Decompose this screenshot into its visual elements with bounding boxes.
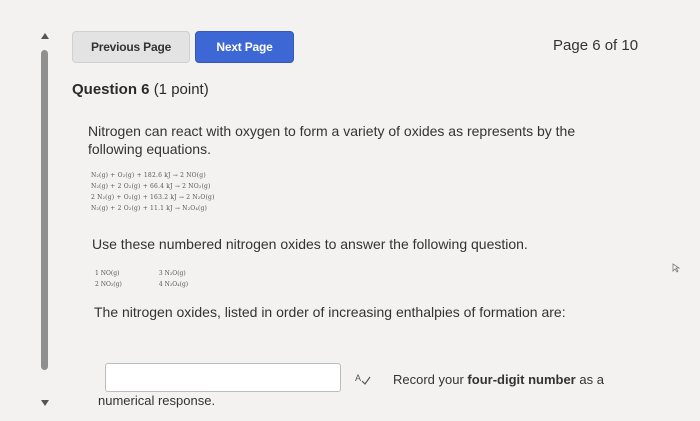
previous-page-button[interactable]: Previous Page: [72, 31, 190, 63]
answer-hint: Record your four-digit number as a: [393, 372, 604, 387]
hint-suffix: as a: [575, 372, 604, 387]
equations-list: N₂(g) + O₂(g) + 182.6 kJ → 2 NO(g) N₂(g)…: [91, 170, 215, 214]
oxide-3: 3 N₂O(g): [158, 270, 186, 277]
oxides-list: 1 NO(g) 2 NO₂(g) 3 N₂O(g) 4 N₂O₄(g): [95, 268, 221, 290]
oxide-2: 2 NO₂(g): [95, 281, 122, 288]
oxide-4: 4 N₂O₄(g): [158, 281, 189, 288]
scroll-down-arrow-icon[interactable]: [41, 400, 49, 406]
scroll-up-arrow-icon[interactable]: [41, 33, 49, 39]
question-points: (1 point): [153, 81, 209, 98]
question-statement: The nitrogen oxides, listed in order of …: [94, 304, 566, 320]
answer-input[interactable]: [105, 363, 341, 392]
answer-hint-continuation: numerical response.: [98, 393, 216, 408]
page-indicator: Page 6 of 10: [553, 37, 639, 54]
question-title: Question 6 (1 point): [72, 81, 209, 98]
oxide-1: 1 NO(g): [95, 270, 120, 277]
hint-bold: four-digit number: [467, 372, 576, 387]
instruction-text: Use these numbered nitrogen oxides to an…: [92, 236, 528, 252]
equation-3: 2 N₂(g) + O₂(g) + 163.2 kJ → 2 N₂O(g): [91, 194, 215, 201]
question-prompt: Nitrogen can react with oxygen to form a…: [88, 123, 576, 157]
spellcheck-icon[interactable]: A: [355, 372, 371, 386]
pointer-cursor-icon: [672, 263, 682, 276]
equation-2: N₂(g) + 2 O₂(g) + 66.4 kJ → 2 NO₂(g): [91, 183, 211, 190]
equation-4: N₂(g) + 2 O₂(g) + 11.1 kJ → N₂O₄(g): [91, 205, 208, 212]
question-number: Question 6: [72, 81, 150, 98]
next-page-button[interactable]: Next Page: [195, 31, 294, 63]
svg-text:A: A: [355, 373, 361, 383]
hint-prefix: Record your: [393, 372, 468, 387]
scrollbar-thumb[interactable]: [41, 50, 48, 370]
equation-1: N₂(g) + O₂(g) + 182.6 kJ → 2 NO(g): [91, 172, 206, 179]
